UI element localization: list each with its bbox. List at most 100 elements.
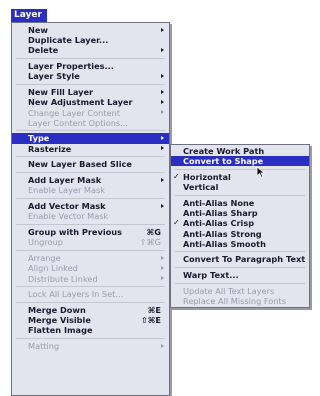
menu-item-new-adjustment-layer[interactable]: New Adjustment Layer [12, 97, 169, 107]
submenu-arrow-icon [161, 89, 164, 94]
menu-separator [175, 266, 305, 268]
submenu-arrow-icon [161, 110, 164, 115]
submenu-item-horizontal[interactable]: ✓ Horizontal [171, 172, 309, 182]
submenu-item-anti-alias-sharp[interactable]: Anti-Alias Sharp [171, 208, 309, 218]
submenu-item-convert-to-shape[interactable]: Convert to Shape [171, 156, 309, 167]
menu-item-label: Layer Style [28, 71, 80, 82]
menu-item-label: Anti-Alias Sharp [183, 208, 258, 219]
menu-item-label: Anti-Alias Strong [183, 228, 262, 239]
submenu-item-replace-all-missing-fonts: Replace All Missing Fonts [171, 296, 309, 306]
keyboard-shortcut: ⌘G [146, 227, 161, 238]
menu-item-label: Change Layer Content [28, 107, 120, 118]
menu-separator [16, 83, 165, 85]
submenu-arrow-icon [161, 47, 164, 52]
menu-item-label: Align Linked [28, 263, 78, 274]
submenu-item-vertical[interactable]: Vertical [171, 182, 309, 192]
menu-item-label: Add Layer Mask [28, 175, 102, 186]
submenu-arrow-icon [161, 203, 164, 208]
menu-item-label: Delete [28, 45, 59, 56]
menu-item-label: Enable Vector Mask [28, 211, 109, 222]
submenu-item-anti-alias-none[interactable]: Anti-Alias None [171, 198, 309, 208]
menu-item-label: Lock All Layers In Set... [28, 289, 124, 300]
submenu-arrow-icon [161, 73, 164, 78]
menu-item-label: Layer Content Options... [28, 117, 128, 128]
menu-item-label: Add Vector Mask [28, 201, 106, 212]
menu-item-label: Warp Text... [183, 270, 239, 281]
menu-item-label: Anti-Alias Smooth [183, 238, 266, 249]
menu-item-type[interactable]: Type [12, 133, 169, 144]
menu-item-merge-down[interactable]: Merge Down ⌘E [12, 305, 169, 315]
menu-item-enable-vector-mask: Enable Vector Mask [12, 211, 169, 221]
menu-item-enable-layer-mask: Enable Layer Mask [12, 185, 169, 195]
menu-item-merge-visible[interactable]: Merge Visible ⇧⌘E [12, 315, 169, 325]
menu-item-label: Layer Properties... [28, 61, 114, 72]
menu-item-add-vector-mask[interactable]: Add Vector Mask [12, 201, 169, 211]
layer-menu: New Duplicate Layer... Delete Layer Propert… [11, 22, 170, 396]
menu-item-label: Rasterize [28, 143, 72, 154]
submenu-item-create-work-path[interactable]: Create Work Path [171, 146, 309, 156]
submenu-item-convert-to-paragraph-text[interactable]: Convert To Paragraph Text [171, 254, 309, 264]
menu-item-label: Replace All Missing Fonts [183, 296, 286, 307]
submenu-arrow-icon [161, 136, 164, 141]
menu-item-ungroup: Ungroup ⇧⌘G [12, 237, 169, 247]
menu-item-rasterize[interactable]: Rasterize [12, 144, 169, 154]
menu-separator [175, 168, 305, 170]
menu-item-new-layer-based-slice[interactable]: New Layer Based Slice [12, 159, 169, 169]
menu-item-layer-style[interactable]: Layer Style [12, 71, 169, 81]
menu-item-group-with-previous[interactable]: Group with Previous ⌘G [12, 227, 169, 237]
menu-separator [175, 194, 305, 196]
menu-separator [16, 249, 165, 251]
submenu-arrow-icon [161, 27, 164, 32]
submenu-arrow-icon [161, 276, 164, 281]
submenu-item-update-all-text-layers: Update All Text Layers [171, 286, 309, 296]
submenu-item-anti-alias-crisp[interactable]: ✓ Anti-Alias Crisp [171, 218, 309, 228]
submenu-item-warp-text[interactable]: Warp Text... [171, 270, 309, 280]
keyboard-shortcut: ⌘E [147, 305, 161, 316]
menu-item-label: New Fill Layer [28, 87, 94, 98]
menu-separator [175, 251, 305, 253]
menu-item-arrange: Arrange [12, 253, 169, 263]
menu-item-label: Group with Previous [28, 227, 122, 238]
mouse-pointer-icon [256, 166, 265, 178]
submenu-arrow-icon [161, 146, 164, 151]
menu-item-distribute-linked: Distribute Linked [12, 274, 169, 284]
check-mark-icon: ✓ [173, 218, 180, 228]
menu-separator [175, 282, 305, 284]
submenu-item-anti-alias-strong[interactable]: Anti-Alias Strong [171, 229, 309, 239]
submenu-item-anti-alias-smooth[interactable]: Anti-Alias Smooth [171, 239, 309, 249]
menu-item-label: Ungroup [28, 237, 63, 248]
menu-item-duplicate-layer[interactable]: Duplicate Layer... [12, 35, 169, 45]
menu-separator [16, 285, 165, 287]
submenu-arrow-icon [161, 99, 164, 104]
menu-item-label: Update All Text Layers [183, 286, 275, 297]
menu-item-add-layer-mask[interactable]: Add Layer Mask [12, 175, 169, 185]
menu-item-label: Merge Visible [28, 315, 91, 326]
menu-item-new-fill-layer[interactable]: New Fill Layer [12, 87, 169, 97]
menu-item-flatten-image[interactable]: Flatten Image [12, 325, 169, 335]
submenu-arrow-icon [161, 177, 164, 182]
menu-item-label: Distribute Linked [28, 273, 98, 284]
menu-item-label: Convert To Paragraph Text [183, 254, 306, 265]
menu-item-label: Anti-Alias Crisp [183, 218, 255, 229]
menu-separator [16, 301, 165, 303]
menu-item-label: Horizontal [183, 171, 231, 182]
submenu-arrow-icon [161, 265, 164, 270]
menu-item-delete[interactable]: Delete [12, 45, 169, 55]
menu-separator [16, 156, 165, 158]
menu-item-label: Flatten Image [28, 325, 93, 336]
menu-item-label: Convert to Shape [183, 156, 264, 167]
menu-item-label: New Layer Based Slice [28, 159, 132, 170]
menu-separator [16, 57, 165, 59]
menu-item-label: Merge Down [28, 305, 86, 316]
menu-item-lock-all-layers-in-set: Lock All Layers In Set... [12, 289, 169, 299]
check-mark-icon: ✓ [173, 171, 180, 181]
menu-item-label: New [28, 25, 48, 35]
menu-separator [16, 171, 165, 173]
menu-item-layer-properties[interactable]: Layer Properties... [12, 61, 169, 71]
menubar-layer[interactable]: Layer [11, 9, 47, 22]
menu-item-new[interactable]: New [12, 25, 169, 35]
keyboard-shortcut: ⇧⌘G [139, 237, 161, 248]
keyboard-shortcut: ⇧⌘E [140, 315, 161, 326]
menu-item-matting: Matting [12, 341, 169, 351]
menu-separator [16, 223, 165, 225]
